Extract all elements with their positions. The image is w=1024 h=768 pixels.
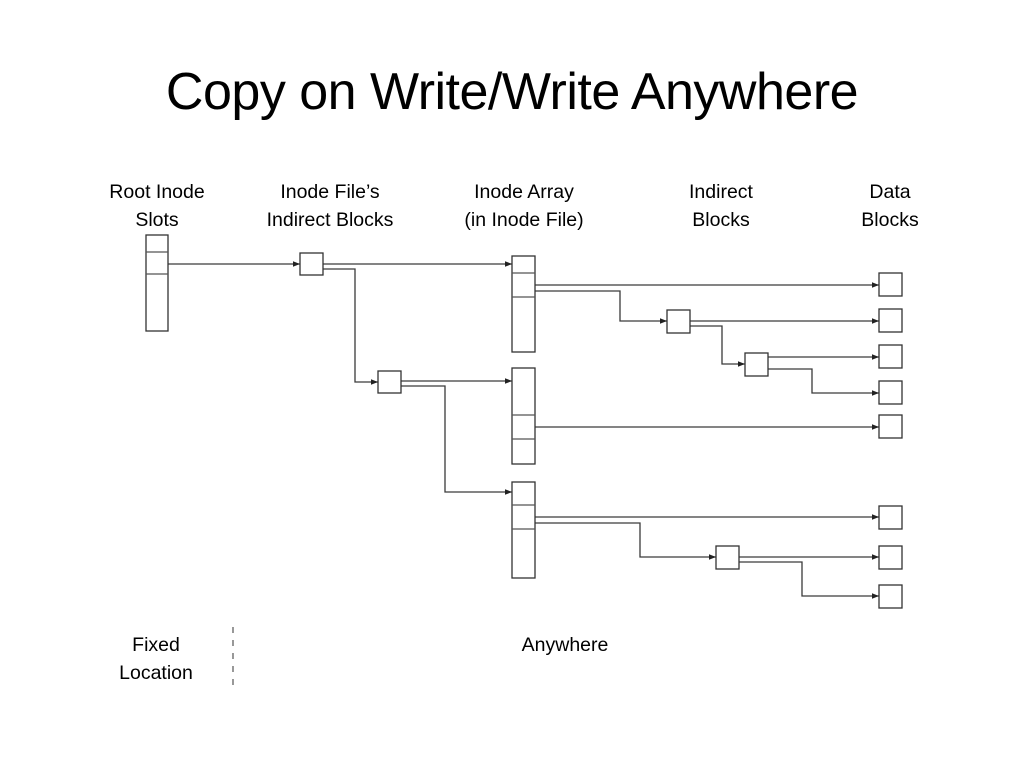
indirect-block-ind-2: [744, 352, 769, 377]
pointer-arrow-ia-3-to-ind-3: [535, 522, 716, 560]
indirect-block-ind-1: [666, 309, 691, 334]
data-block-box: [878, 272, 903, 297]
pointer-arrow-ifi-2-to-ia-3: [401, 385, 512, 495]
inode-file-indirect-block-box: [299, 252, 324, 276]
data-block-d-7: [878, 545, 903, 570]
data-block-d-8: [878, 584, 903, 609]
data-block-box: [878, 344, 903, 369]
inode-array-ia-1: [511, 255, 536, 353]
inode-file-indirect-block-ifi-1: [299, 252, 324, 276]
data-block-box: [878, 414, 903, 439]
inode-array-box: [511, 481, 536, 579]
inode-file-indirect-block-box: [377, 370, 402, 394]
data-block-box: [878, 505, 903, 530]
data-block-d-4: [878, 380, 903, 405]
indirect-block-box: [666, 309, 691, 334]
nodes-layer: [145, 234, 903, 609]
inode-array-ia-2: [511, 367, 536, 465]
indirect-block-box: [744, 352, 769, 377]
indirect-block-ind-3: [715, 545, 740, 570]
data-block-d-3: [878, 344, 903, 369]
root-inode-slots-box: [145, 234, 169, 332]
data-block-box: [878, 380, 903, 405]
pointer-arrow-ifi-1-to-ifi-2: [323, 268, 378, 385]
pointer-arrow-ia-1-to-ind-1: [535, 290, 667, 324]
inode-array-ia-3: [511, 481, 536, 579]
data-block-box: [878, 308, 903, 333]
cow-diagram: [145, 234, 903, 688]
data-block-d-2: [878, 308, 903, 333]
root-inode-slots-root-slots: [145, 234, 169, 332]
inode-array-box: [511, 367, 536, 465]
data-block-d-5: [878, 414, 903, 439]
pointer-arrow-ind-2-to-d-4: [768, 368, 879, 396]
data-block-d-6: [878, 505, 903, 530]
pointer-arrow-ind-3-to-d-8: [739, 561, 879, 599]
data-block-box: [878, 545, 903, 570]
inode-array-box: [511, 255, 536, 353]
data-block-box: [878, 584, 903, 609]
inode-file-indirect-block-ifi-2: [377, 370, 402, 394]
pointer-arrow-ind-1-to-ind-2: [690, 325, 745, 367]
data-block-d-1: [878, 272, 903, 297]
indirect-block-box: [715, 545, 740, 570]
